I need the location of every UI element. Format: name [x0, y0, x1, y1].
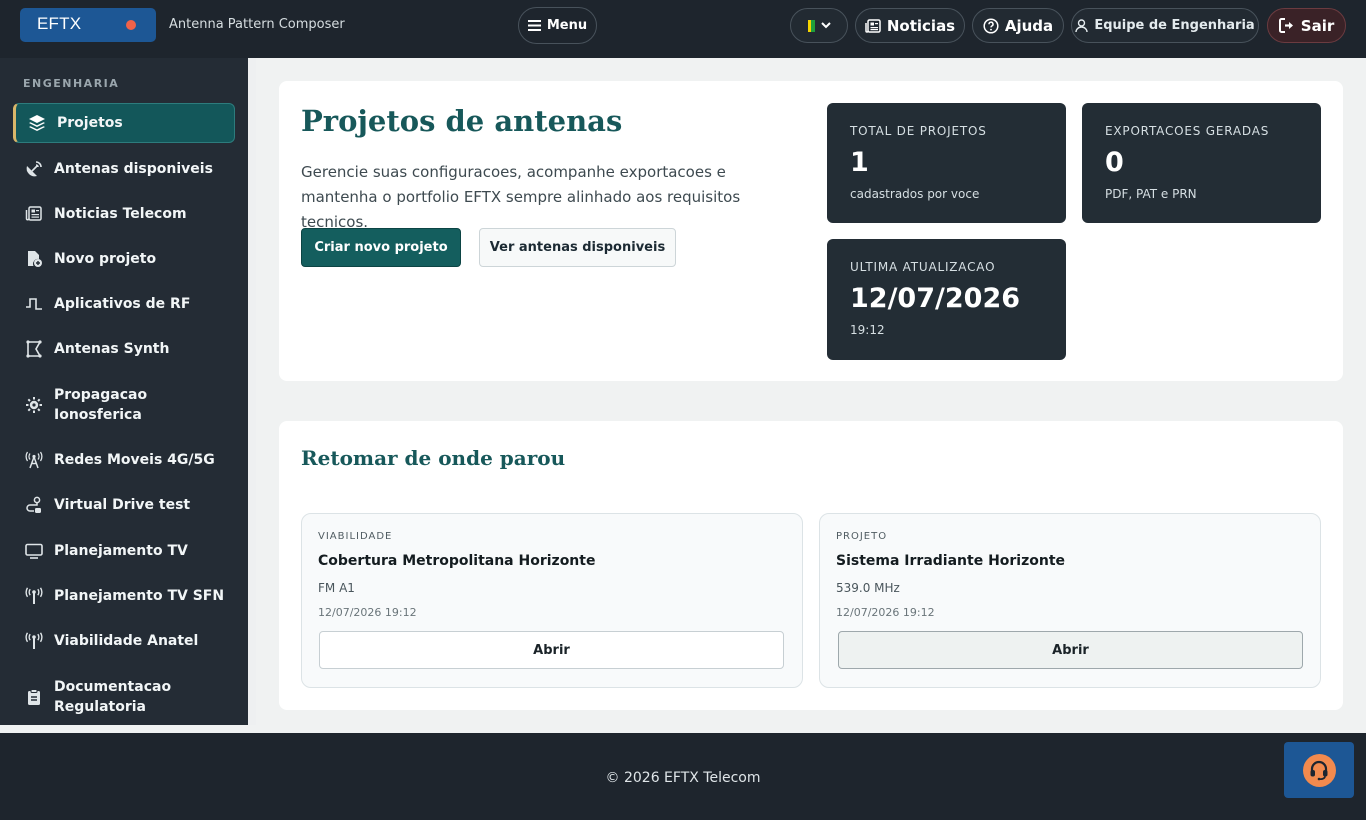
new-file-icon	[27, 251, 42, 267]
help-button[interactable]: Ajuda	[972, 8, 1064, 43]
route-icon	[25, 496, 41, 513]
sidebar-item-label: Projetos	[57, 115, 123, 131]
sidebar-item-label: Viabilidade Anatel	[54, 633, 199, 649]
sidebar-item-label: Redes Moveis 4G/5G	[54, 452, 215, 468]
monitor-icon	[24, 543, 43, 559]
stat-card-total-projects: TOTAL DE PROJETOS 1 cadastrados por voce	[827, 103, 1066, 223]
news-button-label: Noticias	[886, 16, 956, 35]
resume-section-title: Retomar de onde parou	[301, 446, 566, 470]
logout-icon	[1278, 18, 1293, 33]
recent-item-type: VIABILIDADE	[318, 531, 393, 542]
brand-logo-text: EFTX	[37, 14, 82, 33]
sidebar-item-planejamento-tv[interactable]: Planejamento TV	[13, 541, 235, 561]
sidebar-item-redes-moveis[interactable]: Redes Moveis 4G/5G	[13, 450, 235, 470]
sidebar-item-planejamento-tv-sfn[interactable]: Planejamento TV SFN	[13, 586, 235, 606]
signal-wave-icon	[25, 298, 42, 310]
sidebar-item-label: Novo projeto	[54, 251, 157, 267]
language-select[interactable]	[790, 8, 848, 43]
recent-item-date: 12/07/2026 19:12	[318, 606, 417, 619]
recent-item-project: PROJETO Sistema Irradiante Horizonte 539…	[819, 513, 1321, 688]
broadcast-antenna-icon	[24, 587, 43, 604]
view-antennas-button[interactable]: Ver antenas disponiveis	[479, 228, 676, 267]
sidebar-item-antenas-synth[interactable]: Antenas Synth	[13, 339, 235, 359]
sidebar-item-label: Documentacao Regulatoria	[54, 679, 172, 715]
sidebar-scrollbar[interactable]	[248, 58, 256, 725]
footer-copyright: © 2026 EFTX Telecom	[605, 770, 761, 786]
satellite-dish-icon	[26, 161, 42, 177]
sidebar: ENGENHARIA Projetos Antenas disponiveis …	[0, 58, 248, 725]
sidebar-item-propagacao-ionosferica[interactable]: Propagacao Ionosferica	[13, 385, 235, 425]
footer: © 2026 EFTX Telecom	[0, 733, 1366, 820]
stat-value: 0	[1105, 147, 1124, 178]
hamburger-icon	[527, 20, 541, 31]
brand-logo[interactable]: EFTX	[20, 8, 156, 42]
app-subtitle: Antenna Pattern Composer	[169, 17, 345, 32]
status-dot	[126, 20, 136, 30]
sidebar-item-label: Antenas Synth	[54, 341, 170, 357]
cell-tower-icon	[25, 451, 42, 469]
sidebar-item-label: Antenas disponiveis	[54, 161, 213, 177]
sun-gear-icon	[25, 397, 42, 413]
recent-item-date: 12/07/2026 19:12	[836, 606, 935, 619]
menu-button[interactable]: Menu	[518, 7, 597, 44]
recent-item-meta: 539.0 MHz	[836, 581, 900, 595]
stat-subtitle: 19:12	[850, 323, 885, 337]
stat-label: TOTAL DE PROJETOS	[850, 124, 987, 138]
newspaper-icon	[25, 206, 42, 221]
news-button[interactable]: Noticias	[855, 8, 965, 43]
logout-button[interactable]: Sair	[1267, 8, 1346, 43]
chevron-down-icon	[820, 22, 831, 29]
stat-subtitle: cadastrados por voce	[850, 187, 980, 201]
support-chat-button[interactable]	[1284, 742, 1354, 798]
user-profile-button[interactable]: Equipe de Engenharia	[1071, 8, 1259, 43]
synth-shape-icon	[25, 340, 42, 358]
stat-label: EXPORTACOES GERADAS	[1105, 124, 1270, 138]
sidebar-item-label: Aplicativos de RF	[54, 296, 191, 312]
logout-button-label: Sair	[1300, 16, 1335, 35]
sidebar-item-novo-projeto[interactable]: Novo projeto	[13, 249, 235, 269]
clipboard-icon	[27, 689, 40, 705]
sidebar-item-label: Virtual Drive test	[54, 497, 191, 513]
help-button-label: Ajuda	[1004, 16, 1054, 35]
menu-button-label: Menu	[546, 18, 588, 33]
top-bar: EFTX Antenna Pattern Composer Menu Notic…	[0, 0, 1366, 58]
recent-item-name: Sistema Irradiante Horizonte	[836, 553, 1066, 569]
open-button[interactable]: Abrir	[838, 631, 1303, 669]
stat-label: ULTIMA ATUALIZACAO	[850, 260, 996, 274]
stat-card-last-update: ULTIMA ATUALIZACAO 12/07/2026 19:12	[827, 239, 1066, 360]
newspaper-icon	[865, 18, 881, 33]
page-title: Projetos de antenas	[301, 104, 623, 138]
layers-icon	[28, 115, 45, 131]
stat-value: 1	[850, 147, 869, 178]
sidebar-item-label: Planejamento TV SFN	[54, 588, 225, 604]
recent-item-viability: VIABILIDADE Cobertura Metropolitana Hori…	[301, 513, 803, 688]
recent-item-name: Cobertura Metropolitana Horizonte	[318, 553, 596, 569]
sidebar-item-documentacao-regulatoria[interactable]: Documentacao Regulatoria	[13, 677, 235, 717]
sidebar-item-label: Planejamento TV	[54, 543, 188, 559]
sidebar-item-virtual-drive-test[interactable]: Virtual Drive test	[13, 495, 235, 515]
stat-card-exports: EXPORTACOES GERADAS 0 PDF, PAT e PRN	[1082, 103, 1321, 223]
brazil-flag-icon	[807, 19, 815, 32]
question-circle-icon	[983, 17, 999, 34]
create-project-button[interactable]: Criar novo projeto	[301, 228, 461, 267]
user-icon	[1075, 18, 1089, 32]
recent-item-type: PROJETO	[836, 531, 888, 542]
broadcast-antenna-icon	[24, 632, 43, 649]
sidebar-item-aplicativos-rf[interactable]: Aplicativos de RF	[13, 294, 235, 314]
sidebar-item-noticias-telecom[interactable]: Noticias Telecom	[13, 204, 235, 224]
sidebar-item-label: Propagacao Ionosferica	[54, 387, 148, 423]
headset-icon	[1302, 753, 1336, 787]
sidebar-item-antenas-disponiveis[interactable]: Antenas disponiveis	[13, 159, 235, 179]
stat-value: 12/07/2026	[850, 283, 1021, 314]
sidebar-section-title: ENGENHARIA	[23, 77, 120, 90]
open-button[interactable]: Abrir	[319, 631, 784, 669]
user-profile-label: Equipe de Engenharia	[1094, 18, 1255, 33]
sidebar-item-label: Noticias Telecom	[54, 206, 187, 222]
stat-subtitle: PDF, PAT e PRN	[1105, 187, 1197, 201]
page-description: Gerencie suas configuracoes, acompanhe e…	[301, 163, 741, 231]
sidebar-item-projetos[interactable]: Projetos	[13, 103, 235, 143]
sidebar-item-viabilidade-anatel[interactable]: Viabilidade Anatel	[13, 631, 235, 651]
recent-item-meta: FM A1	[318, 581, 355, 595]
